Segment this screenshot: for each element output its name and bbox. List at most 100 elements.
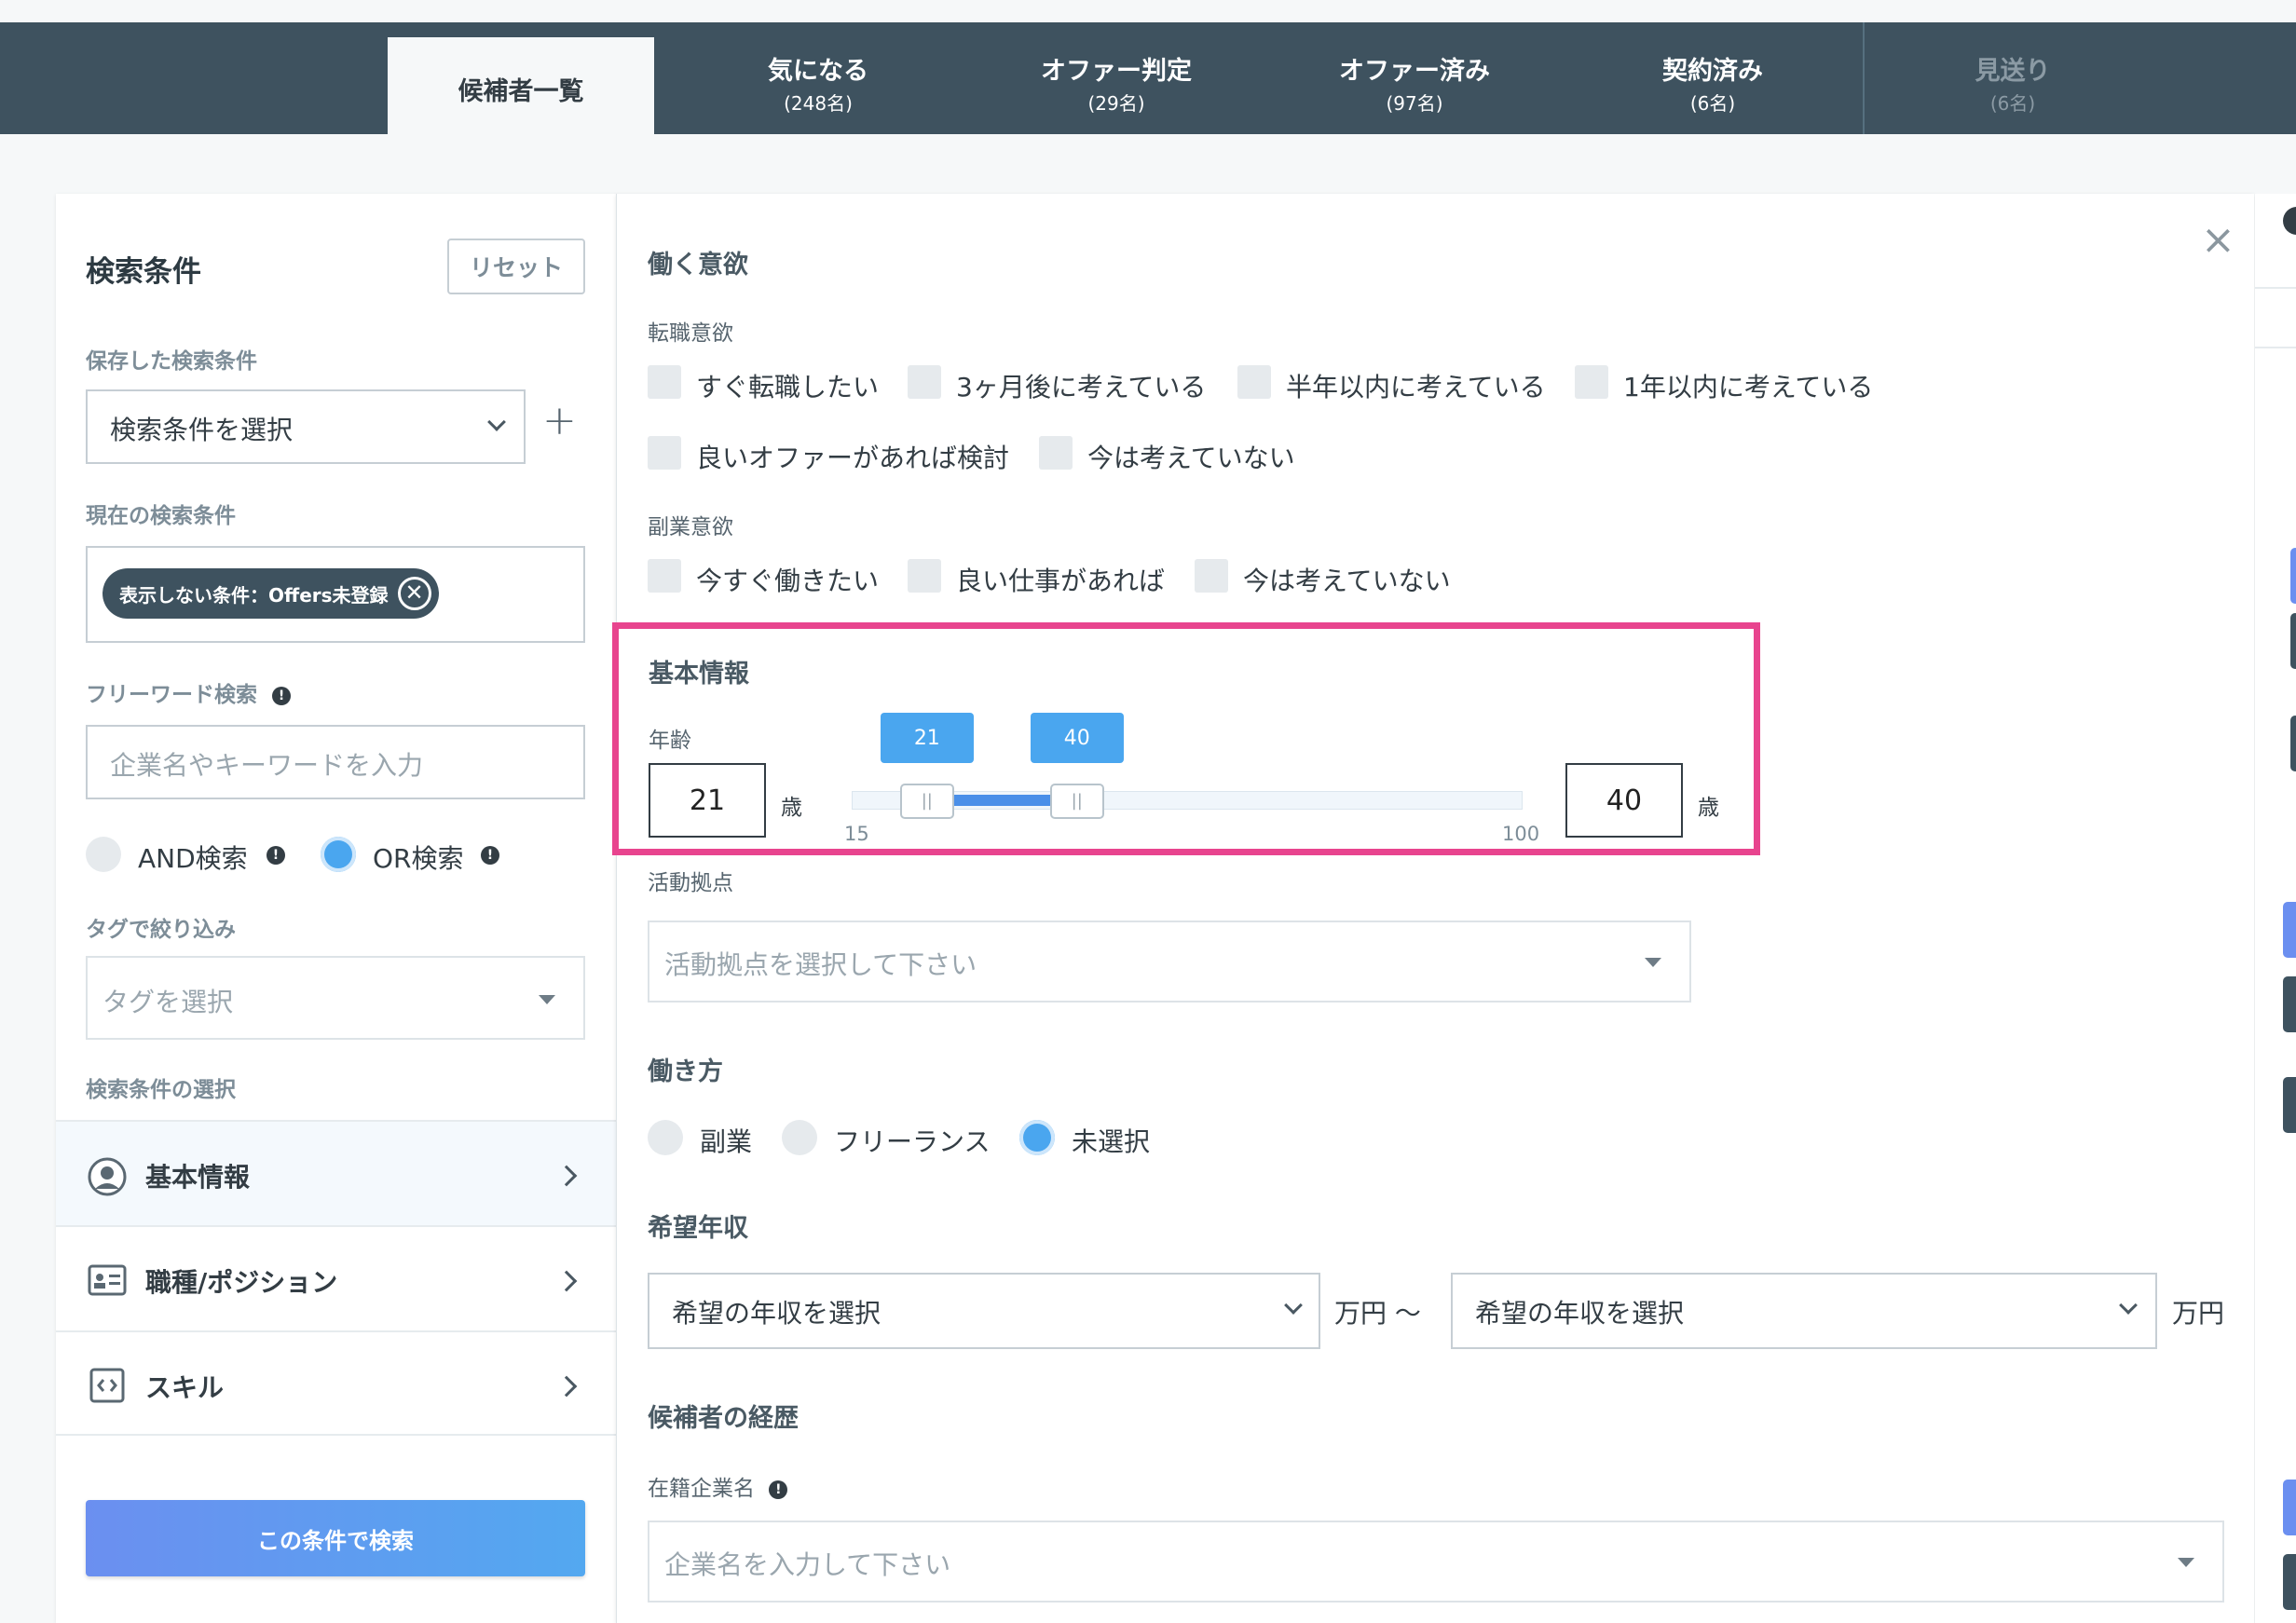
- radio-label: 未選択: [1072, 1126, 1151, 1157]
- select-value: 検索条件を選択: [110, 415, 294, 445]
- menu-skill[interactable]: スキル: [56, 1330, 617, 1436]
- saved-conditions-select[interactable]: 検索条件を選択: [86, 389, 526, 464]
- tab-label: オファー判定: [1041, 57, 1192, 86]
- side-job-checkbox[interactable]: [648, 559, 681, 593]
- add-condition-icon[interactable]: +: [542, 397, 577, 444]
- background-content-edge: [2255, 194, 2296, 1623]
- menu-label: スキル: [145, 1372, 225, 1403]
- age-max-input[interactable]: 40: [1565, 763, 1683, 838]
- checkbox-label: 3ヶ月後に考えている: [956, 372, 1207, 402]
- help-icon[interactable]: [2283, 207, 2296, 235]
- workstyle-radio[interactable]: [1019, 1120, 1055, 1155]
- info-icon[interactable]: !: [272, 686, 292, 705]
- radio-label: 副業: [700, 1126, 753, 1157]
- slider-min-label: 15: [844, 823, 869, 845]
- section-title-basic-info: 基本情報: [649, 660, 749, 689]
- free-word-label: フリーワード検索 !: [86, 676, 292, 708]
- job-change-checkbox[interactable]: [1039, 436, 1073, 470]
- search-button[interactable]: この条件で検索: [86, 1500, 585, 1576]
- slider-high-handle[interactable]: ||: [1049, 784, 1104, 819]
- tab-declined[interactable]: 見送り (6名): [1864, 37, 2162, 134]
- partial-button[interactable]: [2283, 1480, 2296, 1535]
- age-range-slider[interactable]: 21 40 || || 15 100: [844, 713, 1547, 852]
- slider-max-label: 100: [1502, 823, 1540, 845]
- tab-count: (6名): [1989, 92, 2036, 115]
- age-label: 年齢: [649, 729, 691, 753]
- select-value: 希望の年収を選択: [672, 1298, 882, 1329]
- checkbox-label: 半年以内に考えている: [1286, 372, 1546, 402]
- partial-button[interactable]: [2290, 548, 2296, 604]
- free-word-label-text: フリーワード検索: [86, 683, 257, 707]
- info-icon[interactable]: !: [769, 1480, 788, 1499]
- tab-label: オファー済み: [1339, 57, 1490, 86]
- or-search-label: OR検索: [373, 843, 464, 874]
- close-icon[interactable]: ×: [2201, 220, 2235, 261]
- partial-button[interactable]: [2283, 1554, 2296, 1610]
- partial-button[interactable]: [2283, 976, 2296, 1032]
- job-change-checkbox[interactable]: [648, 365, 681, 399]
- menu-basic-info[interactable]: 基本情報: [56, 1120, 617, 1225]
- workstyle-radio[interactable]: [782, 1120, 817, 1155]
- slider-low-handle[interactable]: ||: [899, 784, 954, 819]
- job-change-label: 転職意欲: [648, 321, 733, 346]
- tab-offer-judge[interactable]: オファー判定 (29名): [967, 37, 1265, 134]
- job-change-checkbox[interactable]: [908, 365, 941, 399]
- partial-button[interactable]: [2290, 613, 2296, 669]
- top-nav: 候補者一覧 気になる (248名) オファー判定 (29名) オファー済み (9…: [0, 22, 2296, 134]
- job-change-checkbox[interactable]: [648, 436, 681, 470]
- menu-job-position[interactable]: 職種/ポジション: [56, 1225, 617, 1330]
- tag-filter-label: タグで絞り込み: [86, 918, 236, 942]
- side-job-checkbox[interactable]: [1195, 559, 1228, 593]
- section-title-income: 希望年収: [648, 1214, 748, 1243]
- tab-interested[interactable]: 気になる (248名): [669, 37, 967, 134]
- chevron-right-icon: [555, 1375, 578, 1398]
- select-value: 希望の年収を選択: [1475, 1298, 1685, 1329]
- user-icon: [88, 1157, 127, 1196]
- tag-placeholder: タグを選択: [102, 987, 234, 1017]
- job-change-checkbox[interactable]: [1575, 365, 1608, 399]
- income-max-select[interactable]: 希望の年収を選択: [1451, 1273, 2157, 1349]
- info-icon[interactable]: !: [481, 846, 499, 865]
- chevron-down-icon: [2119, 1296, 2138, 1315]
- income-range-unit: 万円 〜: [1334, 1298, 1421, 1329]
- location-select[interactable]: 活動拠点を選択して下さい: [648, 921, 1691, 1002]
- info-icon[interactable]: !: [266, 846, 285, 865]
- and-search-radio[interactable]: [86, 837, 121, 872]
- workstyle-radio[interactable]: [648, 1120, 683, 1155]
- side-job-checkbox[interactable]: [908, 559, 941, 593]
- age-unit: 歳: [781, 796, 802, 820]
- free-word-placeholder: 企業名やキーワードを入力: [110, 750, 424, 781]
- chevron-right-icon: [555, 1165, 578, 1187]
- menu-label: 職種/ポジション: [145, 1267, 338, 1298]
- remove-chip-icon[interactable]: ✕: [397, 577, 431, 610]
- chevron-down-icon: [487, 413, 506, 431]
- income-unit: 万円: [2172, 1298, 2225, 1329]
- job-change-checkbox[interactable]: [1237, 365, 1271, 399]
- income-min-select[interactable]: 希望の年収を選択: [648, 1273, 1320, 1349]
- partial-button[interactable]: [2290, 716, 2296, 771]
- checkbox-label: すぐ転職したい: [696, 372, 880, 402]
- panel-title: 検索条件: [86, 255, 201, 289]
- id-card-icon: [88, 1264, 127, 1296]
- reset-button[interactable]: リセット: [447, 239, 585, 294]
- free-word-input[interactable]: 企業名やキーワードを入力: [86, 725, 585, 799]
- section-title-workstyle: 働き方: [648, 1057, 723, 1086]
- radio-label: フリーランス: [834, 1126, 991, 1157]
- caret-down-icon: [539, 995, 555, 1004]
- tab-candidates[interactable]: 候補者一覧: [388, 37, 654, 134]
- menu-label: 基本情報: [145, 1162, 251, 1193]
- age-min-input[interactable]: 21: [649, 763, 766, 838]
- tab-offered[interactable]: オファー済み (97名): [1265, 37, 1564, 134]
- tab-count: (29名): [1087, 92, 1145, 115]
- or-search-radio[interactable]: [321, 837, 356, 872]
- tag-select[interactable]: タグを選択: [86, 956, 585, 1040]
- caret-down-icon: [1645, 958, 1661, 967]
- partial-button[interactable]: [2283, 902, 2296, 958]
- company-placeholder: 企業名を入力して下さい: [664, 1549, 951, 1580]
- tab-label: 候補者一覧: [458, 77, 584, 106]
- tab-count: (6名): [1689, 92, 1736, 115]
- company-input[interactable]: 企業名を入力して下さい: [648, 1521, 2224, 1603]
- tab-contracted[interactable]: 契約済み (6名): [1564, 37, 1862, 134]
- and-search-label: AND検索: [138, 843, 248, 874]
- partial-button[interactable]: [2283, 1077, 2296, 1133]
